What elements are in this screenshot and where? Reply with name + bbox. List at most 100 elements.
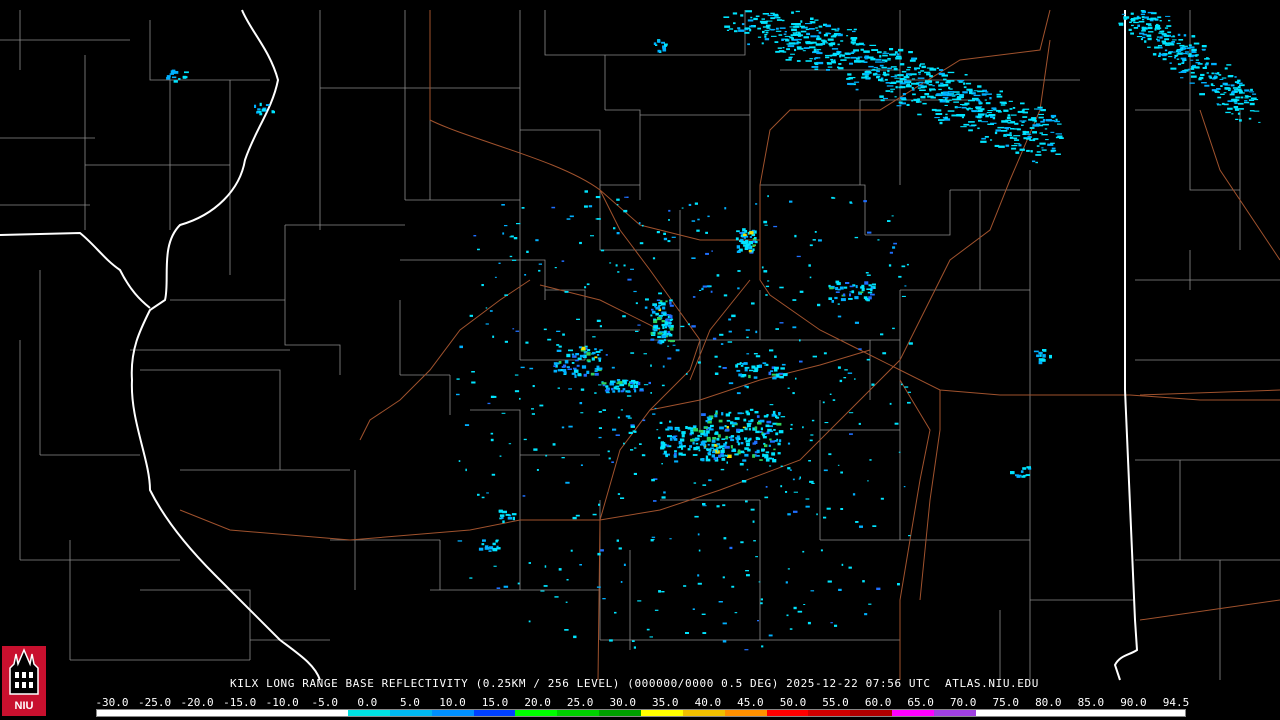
echo-pixel <box>627 390 631 393</box>
echo-pixel <box>469 314 473 317</box>
echo-pixel <box>847 73 852 76</box>
echo-pixel <box>990 116 994 118</box>
echo-pixel <box>1042 119 1046 121</box>
echo-pixel <box>716 274 720 277</box>
echo-pixel <box>1204 65 1207 68</box>
echo-pixel <box>512 328 515 330</box>
echo-pixel <box>492 547 498 552</box>
echo-pixel <box>719 333 724 336</box>
echo-pixel <box>667 240 671 243</box>
echo-pixel <box>996 95 1003 98</box>
echo-pixel <box>724 428 730 432</box>
echo-pixel <box>1170 67 1177 70</box>
echo-pixel <box>254 104 257 108</box>
echo-pixel <box>731 585 735 588</box>
echo-pixel <box>626 395 632 397</box>
echo-pixel <box>700 435 702 438</box>
echo-pixel <box>633 430 637 433</box>
colorbar-segment <box>222 710 265 716</box>
echo-pixel <box>1042 354 1046 358</box>
radar-map[interactable] <box>0 0 1280 720</box>
echo-pixel <box>762 453 765 457</box>
echo-pixel <box>611 366 615 369</box>
echo-pixel <box>708 479 712 482</box>
echo-pixel <box>1177 63 1182 66</box>
echo-pixel <box>822 401 825 404</box>
echo-pixel <box>889 48 894 51</box>
echo-pixel <box>966 109 969 111</box>
echo-pixel <box>657 39 661 43</box>
echo-pixel <box>1009 132 1012 134</box>
echo-pixel <box>831 300 834 303</box>
echo-pixel <box>936 93 941 96</box>
echo-pixel <box>771 452 776 456</box>
echo-pixel <box>848 298 853 300</box>
echo-pixel <box>1186 53 1192 55</box>
echo-pixel <box>794 48 797 52</box>
echo-pixel <box>876 68 881 70</box>
echo-pixel <box>934 117 940 119</box>
echo-pixel <box>740 365 744 367</box>
echo-pixel <box>1154 46 1160 49</box>
echo-pixel <box>830 35 837 38</box>
echo-pixel <box>736 392 741 395</box>
echo-pixel <box>554 596 559 598</box>
echo-pixel <box>658 590 661 593</box>
echo-pixel <box>794 23 801 26</box>
echo-pixel <box>882 54 888 57</box>
echo-pixel <box>566 366 570 368</box>
echo-pixel <box>1022 467 1027 470</box>
echo-pixel <box>929 89 932 92</box>
echo-pixel <box>663 491 666 494</box>
echo-pixel <box>911 78 916 80</box>
echo-pixel <box>995 129 1001 132</box>
echo-pixel <box>651 308 654 311</box>
echo-pixel <box>664 45 668 47</box>
echo-pixel <box>586 352 591 356</box>
echo-pixel <box>784 35 790 37</box>
echo-pixel <box>514 390 520 393</box>
echo-pixel <box>876 70 880 73</box>
echo-pixel <box>767 280 770 282</box>
echo-pixel <box>746 443 750 447</box>
echo-pixel <box>481 543 485 546</box>
echo-pixel <box>996 93 1001 96</box>
echo-pixel <box>723 294 728 297</box>
echo-pixel <box>857 56 863 58</box>
echo-pixel <box>977 90 984 93</box>
echo-pixel <box>880 99 885 102</box>
echo-pixel <box>987 110 993 112</box>
echo-pixel <box>780 416 786 418</box>
echo-pixel <box>845 282 850 284</box>
echo-pixel <box>965 108 973 110</box>
echo-pixel <box>787 442 791 445</box>
echo-pixel <box>978 119 982 122</box>
echo-pixel <box>1220 85 1223 87</box>
echo-pixel <box>795 377 797 380</box>
echo-pixel <box>702 632 707 634</box>
echo-pixel <box>749 231 754 235</box>
echo-pixel <box>1237 102 1244 105</box>
echo-pixel <box>902 93 906 96</box>
echo-pixel <box>984 99 987 101</box>
echo-pixel <box>623 209 628 213</box>
echo-pixel <box>732 12 738 15</box>
echo-pixel <box>740 14 744 17</box>
echo-pixel <box>869 459 872 461</box>
echo-pixel <box>771 373 777 376</box>
echo-pixel <box>748 374 751 379</box>
echo-pixel <box>514 374 519 376</box>
echo-pixel <box>836 282 841 286</box>
echo-pixel <box>1040 120 1045 123</box>
echo-pixel <box>1047 120 1055 122</box>
echo-pixel <box>945 81 951 84</box>
echo-pixel <box>564 629 569 631</box>
echo-pixel <box>1032 124 1040 127</box>
echo-pixel <box>1029 127 1035 129</box>
echo-pixel <box>965 82 972 85</box>
echo-pixel <box>706 285 711 288</box>
echo-pixel <box>866 274 871 276</box>
echo-pixel <box>793 25 800 28</box>
echo-pixel <box>1221 102 1225 105</box>
echo-pixel <box>616 539 619 542</box>
